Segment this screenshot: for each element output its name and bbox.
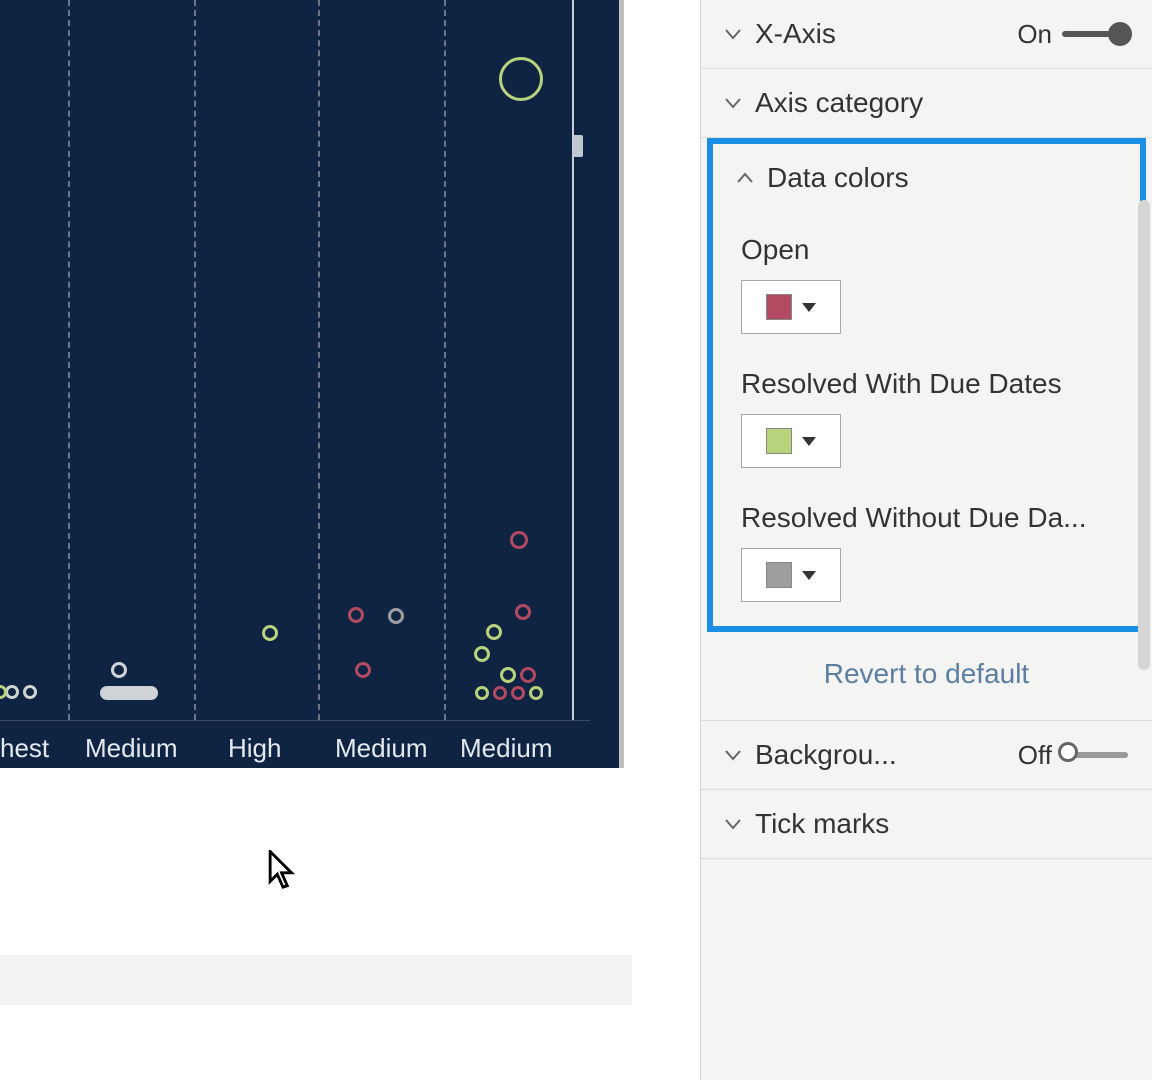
color-swatch	[766, 562, 792, 588]
xaxis-toggle[interactable]: On	[1017, 19, 1128, 50]
scatter-chart[interactable]: hest Medium High Medium Medium	[0, 0, 624, 768]
caret-down-icon	[802, 303, 816, 312]
chart-right-border	[572, 0, 574, 720]
data-point[interactable]	[515, 604, 531, 620]
color-item-label: Resolved With Due Dates	[741, 368, 1112, 400]
color-item-open: Open	[713, 212, 1140, 346]
chart-canvas-region: hest Medium High Medium Medium	[0, 0, 632, 1080]
xaxis-label: X-Axis	[755, 18, 836, 50]
chevron-down-icon	[723, 814, 743, 834]
data-colors-label: Data colors	[767, 162, 909, 194]
color-item-label: Open	[741, 234, 1112, 266]
data-point[interactable]	[500, 667, 516, 683]
switch-off-icon	[1062, 752, 1128, 758]
data-colors-highlighted-region: Data colors Open Resolved With Due Dates…	[707, 138, 1146, 632]
category-divider	[194, 0, 196, 720]
axis-tick-label: Medium	[335, 733, 427, 764]
data-point[interactable]	[511, 686, 525, 700]
axis-tick-label: High	[228, 733, 281, 764]
color-picker-resolved-with[interactable]	[741, 414, 841, 468]
mouse-cursor-icon	[267, 850, 299, 899]
data-point[interactable]	[499, 57, 543, 101]
data-point[interactable]	[355, 662, 371, 678]
caret-down-icon	[802, 437, 816, 446]
axis-category-section-header[interactable]: Axis category	[701, 69, 1152, 138]
data-point[interactable]	[486, 624, 502, 640]
xaxis-section-header[interactable]: X-Axis On	[701, 0, 1152, 69]
data-point-cluster[interactable]	[100, 686, 158, 700]
switch-on-icon	[1062, 31, 1128, 37]
color-swatch	[766, 428, 792, 454]
tickmarks-section-header[interactable]: Tick marks	[701, 790, 1152, 859]
revert-to-default-link[interactable]: Revert to default	[701, 632, 1152, 720]
toggle-state-label: Off	[1018, 740, 1052, 771]
data-point[interactable]	[388, 608, 404, 624]
axis-tick-label: Medium	[85, 733, 177, 764]
chevron-down-icon	[723, 93, 743, 113]
axis-tick-label: Medium	[460, 733, 552, 764]
color-picker-open[interactable]	[741, 280, 841, 334]
chevron-down-icon	[723, 24, 743, 44]
category-divider	[68, 0, 70, 720]
color-item-label: Resolved Without Due Da...	[741, 502, 1112, 534]
background-toggle[interactable]: Off	[1018, 740, 1128, 771]
color-swatch	[766, 294, 792, 320]
data-point[interactable]	[474, 646, 490, 662]
background-label: Backgrou...	[755, 739, 897, 771]
data-colors-section-header[interactable]: Data colors	[713, 144, 1140, 212]
data-point[interactable]	[520, 667, 536, 683]
data-point[interactable]	[529, 686, 543, 700]
color-item-resolved-without: Resolved Without Due Da...	[713, 480, 1140, 626]
toggle-state-label: On	[1017, 19, 1052, 50]
data-point[interactable]	[23, 685, 37, 699]
x-axis-labels: hest Medium High Medium Medium	[0, 720, 590, 768]
axis-tick-label: hest	[0, 733, 49, 764]
color-item-resolved-with: Resolved With Due Dates	[713, 346, 1140, 480]
data-point[interactable]	[111, 662, 127, 678]
background-section-header[interactable]: Backgrou... Off	[701, 720, 1152, 790]
footer-strip	[0, 955, 632, 1005]
chart-scroll-thumb[interactable]	[573, 135, 583, 157]
axis-category-label: Axis category	[755, 87, 923, 119]
chevron-up-icon	[735, 168, 755, 188]
data-point[interactable]	[348, 607, 364, 623]
caret-down-icon	[802, 571, 816, 580]
category-divider	[444, 0, 446, 720]
data-point[interactable]	[493, 686, 507, 700]
pane-scrollbar[interactable]	[1138, 200, 1150, 670]
data-point[interactable]	[510, 531, 528, 549]
data-point[interactable]	[5, 685, 19, 699]
format-pane: X-Axis On Axis category Data colors Open…	[700, 0, 1152, 1080]
chevron-down-icon	[723, 745, 743, 765]
tickmarks-label: Tick marks	[755, 808, 889, 840]
data-point[interactable]	[262, 625, 278, 641]
color-picker-resolved-without[interactable]	[741, 548, 841, 602]
data-point[interactable]	[475, 686, 489, 700]
category-divider	[318, 0, 320, 720]
